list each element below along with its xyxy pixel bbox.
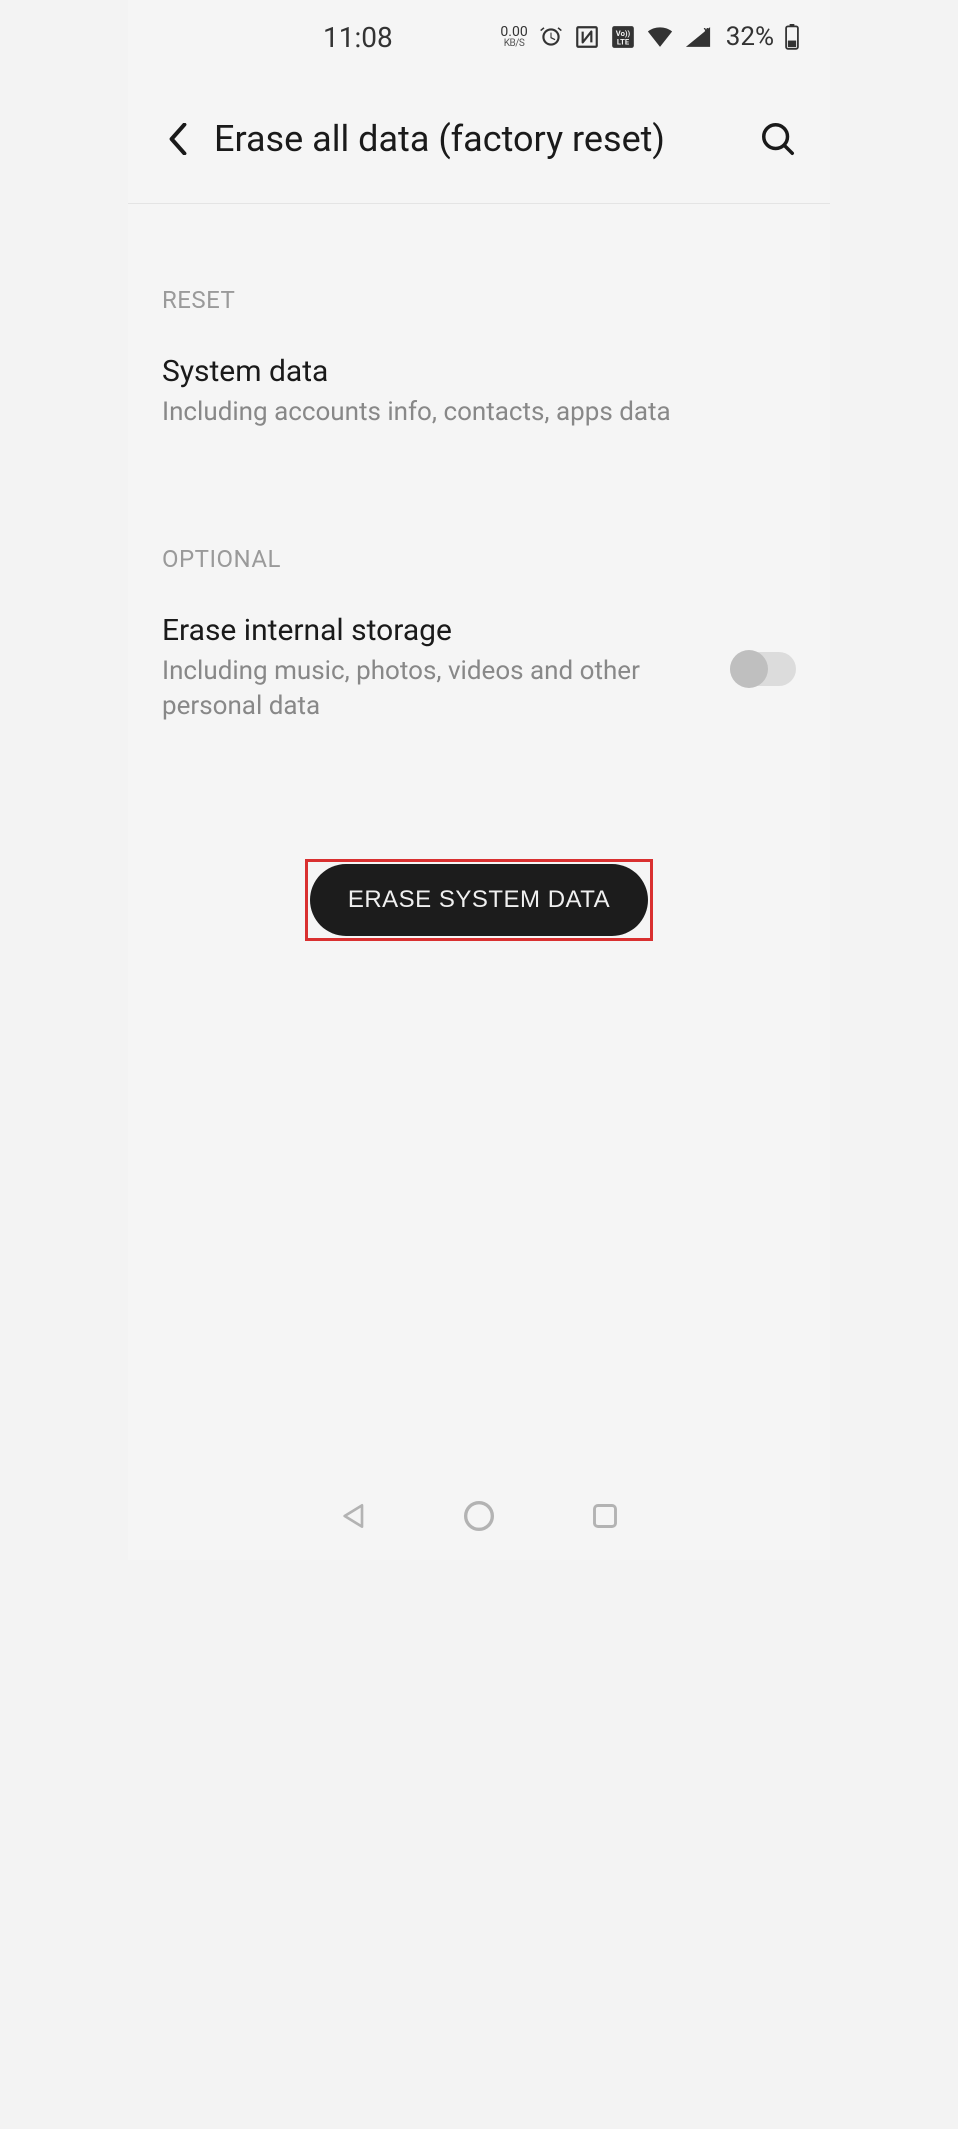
svg-text:Vo)): Vo)) bbox=[616, 29, 631, 38]
highlight-box: ERASE SYSTEM DATA bbox=[305, 859, 653, 941]
battery-icon bbox=[784, 24, 800, 50]
signal-icon: x bbox=[684, 26, 712, 48]
back-button[interactable] bbox=[158, 119, 198, 159]
svg-text:x: x bbox=[703, 26, 708, 37]
section-header-reset: RESET bbox=[162, 286, 796, 314]
content-area: RESET System data Including accounts inf… bbox=[128, 286, 830, 941]
status-icons: 0.00 KB/S Vo)) LTE bbox=[500, 22, 800, 52]
wifi-icon bbox=[646, 26, 674, 48]
setting-title: Erase internal storage bbox=[162, 613, 710, 648]
setting-description: Including music, photos, videos and othe… bbox=[162, 654, 710, 724]
page-header: Erase all data (factory reset) bbox=[128, 74, 830, 204]
setting-description: Including accounts info, contacts, apps … bbox=[162, 395, 796, 430]
status-time: 11:08 bbox=[323, 21, 393, 54]
nav-back-button[interactable] bbox=[334, 1496, 374, 1536]
status-bar: 11:08 0.00 KB/S Vo)) bbox=[128, 0, 830, 74]
volte-icon: Vo)) LTE bbox=[610, 24, 636, 50]
navigation-bar bbox=[128, 1486, 830, 1546]
svg-text:LTE: LTE bbox=[617, 38, 630, 47]
section-header-optional: OPTIONAL bbox=[162, 545, 796, 573]
toggle-knob bbox=[730, 650, 768, 688]
phone-screen: 11:08 0.00 KB/S Vo)) bbox=[128, 0, 830, 1560]
erase-storage-toggle[interactable] bbox=[730, 652, 796, 686]
erase-button-container: ERASE SYSTEM DATA bbox=[162, 859, 796, 941]
page-title: Erase all data (factory reset) bbox=[214, 118, 756, 160]
setting-system-data[interactable]: System data Including accounts info, con… bbox=[162, 354, 796, 430]
search-button[interactable] bbox=[756, 117, 800, 161]
alarm-icon bbox=[538, 24, 564, 50]
battery-percentage: 32% bbox=[726, 22, 774, 52]
nav-recent-button[interactable] bbox=[585, 1496, 625, 1536]
erase-system-data-button[interactable]: ERASE SYSTEM DATA bbox=[310, 864, 648, 936]
setting-erase-storage[interactable]: Erase internal storage Including music, … bbox=[162, 613, 796, 724]
nfc-icon bbox=[574, 24, 600, 50]
setting-title: System data bbox=[162, 354, 796, 389]
network-speed: 0.00 KB/S bbox=[500, 25, 527, 49]
nav-home-button[interactable] bbox=[459, 1496, 499, 1536]
